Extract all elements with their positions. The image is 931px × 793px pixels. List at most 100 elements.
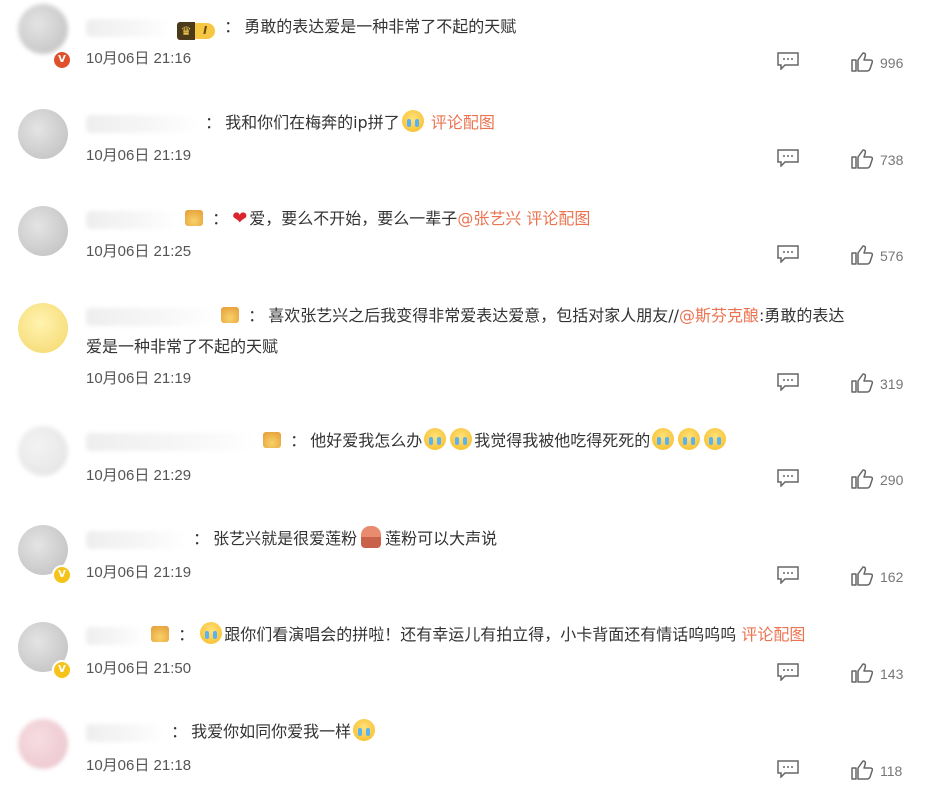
- like-count: 290: [880, 472, 904, 488]
- thumbs-up-icon[interactable]: [851, 373, 873, 393]
- colon: ：: [224, 17, 241, 36]
- comment-text-line: ：喜欢张艺兴之后我变得非常爱表达爱意，包括对家人朋友//@斯芬克酿:勇敢的表达: [86, 301, 913, 331]
- mention-link[interactable]: @张艺兴: [457, 209, 521, 228]
- comment-time: 10月06日 21:16: [86, 50, 192, 67]
- comment-bubble-icon[interactable]: [777, 469, 799, 487]
- avatar[interactable]: [18, 109, 68, 159]
- comment-text-line: ：我和你们在梅奔的ip拼了 评论配图: [86, 108, 913, 138]
- comment-time: 10月06日 21:50: [86, 660, 192, 677]
- crying-emoji-icon: [200, 622, 223, 644]
- username[interactable]: [86, 432, 256, 451]
- like-count: 319: [880, 376, 904, 392]
- avatar[interactable]: [18, 4, 68, 54]
- comment-bubble-icon[interactable]: [777, 663, 799, 681]
- username[interactable]: [86, 307, 214, 326]
- comment-feed: V ♛ I ：勇敢的表达爱是一种非常了不起的天赋 10月06日 21:16 996…: [0, 0, 931, 793]
- colon: ：: [171, 722, 188, 741]
- like-count: 576: [880, 248, 904, 264]
- crying-emoji-icon: [678, 428, 701, 450]
- comment-time: 10月06日 21:18: [86, 757, 192, 774]
- comment-time: 10月06日 21:29: [86, 467, 192, 484]
- verified-badge-icon: V: [52, 565, 72, 585]
- colon: ：: [248, 306, 265, 325]
- colon: ：: [193, 529, 210, 548]
- heart-icon: ❤: [232, 208, 248, 229]
- username[interactable]: [86, 626, 144, 645]
- comment-bubble-icon[interactable]: [777, 245, 799, 263]
- quoted-text: 爱是一种非常了不起的天赋: [86, 337, 279, 356]
- comment-bubble-icon[interactable]: [777, 373, 799, 391]
- comment-text-line-2: 爱是一种非常了不起的天赋: [86, 332, 913, 362]
- fan-level-badge: ♛ I: [177, 22, 216, 40]
- crown-badge-icon: [263, 432, 282, 448]
- comment-text: 我爱你如同你爱我一样: [191, 722, 352, 741]
- thumbs-up-icon[interactable]: [851, 149, 873, 169]
- comment-bubble-icon[interactable]: [777, 52, 799, 70]
- comment-time: 10月06日 21:25: [86, 243, 192, 260]
- comment-text: 喜欢张艺兴之后我变得非常爱表达爱意，包括对家人朋友//: [268, 306, 679, 325]
- comment-time: 10月06日 21:19: [86, 564, 192, 581]
- comment-text: 莲粉可以大声说: [385, 529, 498, 548]
- crying-emoji-icon: [401, 110, 424, 132]
- like-count: 996: [880, 55, 904, 71]
- mention-link[interactable]: @斯芬克酿: [679, 306, 759, 325]
- comment-bubble-icon[interactable]: [777, 566, 799, 584]
- comment-text: 我和你们在梅奔的ip拼了: [225, 113, 400, 132]
- username[interactable]: [86, 723, 164, 742]
- avatar[interactable]: [18, 206, 68, 256]
- username[interactable]: [86, 18, 170, 37]
- thumbs-up-icon[interactable]: [851, 760, 873, 780]
- crying-emoji-icon: [652, 428, 675, 450]
- comment-image-link[interactable]: 评论配图: [526, 209, 590, 228]
- comment-text-line: ： 跟你们看演唱会的拼啦！还有幸运儿有拍立得，小卡背面还有情话呜呜呜 评论配图: [86, 620, 913, 650]
- quoted-text: :勇敢的表达: [759, 306, 845, 325]
- colon: ：: [178, 625, 195, 644]
- crying-emoji-icon: [704, 428, 727, 450]
- crying-emoji-icon: [424, 428, 447, 450]
- fan-level-label: I: [195, 23, 216, 39]
- comment-text: 爱，要么不开始，要么一辈子: [249, 209, 458, 228]
- thumbs-up-icon[interactable]: [851, 469, 873, 489]
- comment-image-link[interactable]: 评论配图: [431, 113, 495, 132]
- like-count: 738: [880, 152, 904, 168]
- avatar[interactable]: [18, 719, 68, 769]
- thumbs-up-icon[interactable]: [851, 566, 873, 586]
- avatar[interactable]: [18, 426, 68, 476]
- comment-time: 10月06日 21:19: [86, 147, 192, 164]
- colon: ：: [290, 431, 307, 450]
- colon: ：: [205, 113, 222, 132]
- comment-text-line: ：我爱你如同你爱我一样: [86, 717, 913, 747]
- comment-time: 10月06日 21:19: [86, 370, 192, 387]
- comment-text: 我觉得我被他吃得死死的: [474, 431, 651, 450]
- crown-badge-icon: [151, 626, 170, 642]
- username[interactable]: [86, 530, 186, 549]
- colon: ：: [212, 209, 229, 228]
- like-count: 162: [880, 569, 904, 585]
- comment-text: 勇敢的表达爱是一种非常了不起的天赋: [244, 17, 517, 36]
- comment-image-link[interactable]: 评论配图: [741, 625, 805, 644]
- comment-text: 张艺兴就是很爱莲粉: [213, 529, 358, 548]
- comment-bubble-icon[interactable]: [777, 149, 799, 167]
- crying-emoji-icon: [450, 428, 473, 450]
- crown-icon: ♛: [177, 22, 196, 40]
- comment-bubble-icon[interactable]: [777, 760, 799, 778]
- comment-text: 跟你们看演唱会的拼啦！还有幸运儿有拍立得，小卡背面还有情话呜呜呜: [224, 625, 737, 644]
- crying-emoji-icon: [353, 719, 376, 741]
- username[interactable]: [86, 210, 178, 229]
- avatar[interactable]: [18, 303, 68, 353]
- verified-badge-icon: V: [52, 50, 72, 70]
- thumbs-up-icon[interactable]: [851, 663, 873, 683]
- crown-badge-icon: [221, 307, 240, 323]
- crown-badge-icon: [185, 210, 204, 226]
- like-count: 143: [880, 666, 904, 682]
- comment-text-line: ：张艺兴就是很爱莲粉 莲粉可以大声说: [86, 524, 913, 554]
- comment-text-line: ♛ I ：勇敢的表达爱是一种非常了不起的天赋: [86, 12, 913, 42]
- thumbs-up-icon[interactable]: [851, 52, 873, 72]
- comment-text: 他好爱我怎么办: [310, 431, 423, 450]
- thumbs-up-icon[interactable]: [851, 245, 873, 265]
- verified-badge-icon: V: [52, 660, 72, 680]
- username[interactable]: [86, 114, 198, 133]
- like-count: 118: [880, 763, 903, 779]
- comment-text-line: ： ❤ 爱，要么不开始，要么一辈子@张艺兴 评论配图: [86, 204, 913, 234]
- lotus-muffin-emoji-icon: [361, 526, 382, 548]
